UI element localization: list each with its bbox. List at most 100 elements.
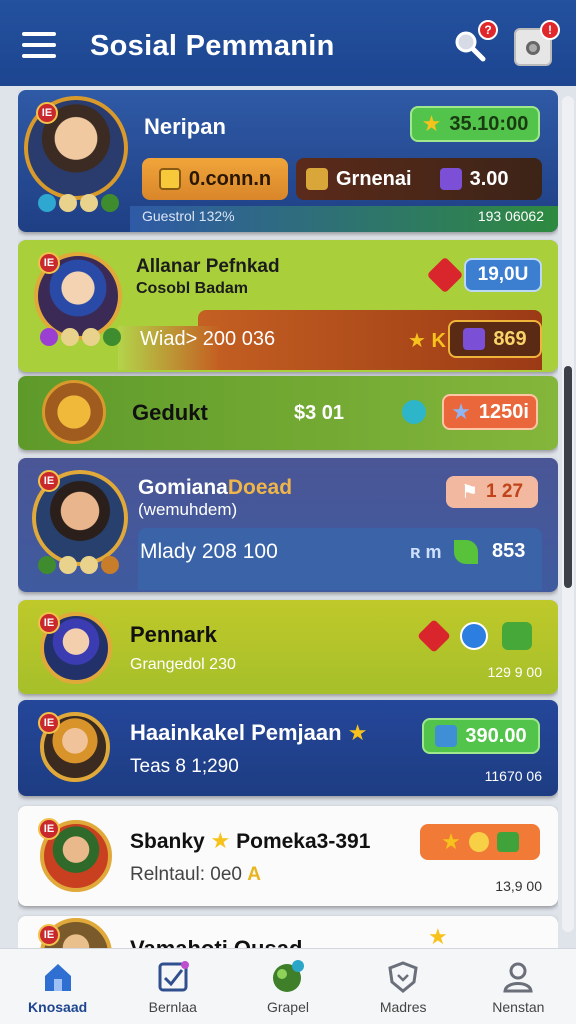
player-name: Vamahoti Ousad <box>130 936 302 948</box>
rank-badge: IE <box>38 712 60 734</box>
player-card[interactable]: Gedukt $3 01 ★ 1250i <box>18 376 558 450</box>
nav-world[interactable]: Grapel <box>230 949 345 1024</box>
resource-pill[interactable]: Grnenai 3.00 <box>296 158 542 200</box>
resource-label: Grnenai <box>336 167 412 190</box>
resource-value: 3.00 <box>469 167 509 190</box>
bar-label: Wiad> 200 036 <box>140 328 276 350</box>
skill-icons <box>40 328 121 346</box>
nav-label: Knosaad <box>28 999 88 1015</box>
player-subtitle: (wemuhdem) <box>138 500 238 519</box>
player-subtitle-text: Relntaul: 0e0 <box>130 864 242 885</box>
skill-icon <box>82 328 100 346</box>
player-name: Sbanky ★ Pomeka3-391 <box>130 828 370 854</box>
nav-profile[interactable]: Nenstan <box>461 949 576 1024</box>
star-icon: ★ <box>441 829 461 854</box>
player-list[interactable]: IE Neripan ★ 35.10:00 0.conn.n Grnenai 3… <box>18 90 558 948</box>
bar-icons: ★ K <box>408 330 446 352</box>
player-card[interactable]: IE Neripan ★ 35.10:00 0.conn.n Grnenai 3… <box>18 90 558 232</box>
player-name-part1: Gomiana <box>138 476 228 499</box>
notification-badge: ! <box>540 20 560 40</box>
menu-button[interactable] <box>22 32 56 58</box>
bar-value: 853 <box>492 540 526 562</box>
player-value: $3 01 <box>294 402 345 424</box>
player-name-part2: Doead <box>227 476 293 499</box>
skill-icon <box>101 194 119 212</box>
player-subtitle: Teas 8 1;290 <box>130 756 239 777</box>
player-name: Haainkakel Pemjaan ★ <box>130 720 367 746</box>
nav-shield[interactable]: Madres <box>346 949 461 1024</box>
globe-icon <box>270 959 306 995</box>
player-name-text: Haainkakel Pemjaan <box>130 720 342 745</box>
nav-home[interactable]: Knosaad <box>0 949 115 1024</box>
rank-badge: IE <box>38 924 60 946</box>
player-name: GomianaDoead <box>138 476 292 500</box>
score-value: 390.00 <box>465 724 527 747</box>
search-badge: ? <box>478 20 498 40</box>
menu-bar <box>22 43 56 47</box>
home-icon <box>40 959 76 995</box>
flag-icon: ⚑ <box>460 481 479 503</box>
player-card[interactable]: IE Haainkakel Pemjaan ★ Teas 8 1;290 390… <box>18 700 558 796</box>
player-card[interactable]: IE GomianaDoead (wemuhdem) ⚑ 1 27 Mlady … <box>18 458 558 592</box>
currency-pill[interactable]: ★ 1250i <box>442 394 538 430</box>
star-icon: ★ <box>428 924 448 948</box>
nav-label: Grapel <box>266 999 309 1015</box>
card-footer-right: 11670 06 <box>484 768 542 784</box>
cube-icon <box>306 168 328 190</box>
score-value: 35.10:00 <box>449 112 529 135</box>
coin-value: 0.conn.n <box>188 167 272 190</box>
skill-icon <box>38 194 56 212</box>
player-card[interactable]: IE Allanar Pefnkad Cosobl Badam 19,0U Wi… <box>18 240 558 372</box>
level-pill[interactable]: ⚑ 1 27 <box>446 476 538 508</box>
player-name: Allanar Pefnkad <box>136 256 280 277</box>
scrollbar-thumb[interactable] <box>564 366 572 588</box>
rank-badge: IE <box>36 102 58 124</box>
coin-icon <box>468 832 489 852</box>
star-icon: ★ <box>210 828 231 853</box>
score-pill[interactable]: ★ 35.10:00 <box>410 106 540 142</box>
skill-icon <box>101 556 119 574</box>
menu-bar <box>22 32 56 36</box>
search-button[interactable]: ? <box>452 20 498 68</box>
app-title: Sosial Pemmanin <box>90 30 335 62</box>
nav-tasks[interactable]: Bernlaa <box>115 949 230 1024</box>
skill-icon <box>38 556 56 574</box>
app-header: Sosial Pemmanin ? ! <box>0 0 576 86</box>
star-icon: ★ <box>451 399 471 424</box>
skill-icon <box>103 328 121 346</box>
coin-pill[interactable]: 0.conn.n <box>142 158 288 200</box>
leaf-icon <box>502 622 532 650</box>
rewards-pill[interactable]: ★ <box>420 824 540 860</box>
player-card[interactable]: IE Sbanky ★ Pomeka3-391 Relntaul: 0e0 A … <box>18 806 558 906</box>
player-name: Gedukt <box>132 400 208 425</box>
player-name: Pennark <box>130 622 217 647</box>
ruby-icon <box>417 619 451 653</box>
nav-label: Bernlaa <box>148 999 197 1015</box>
player-name: Neripan <box>144 114 226 139</box>
leaf-icon <box>454 540 478 564</box>
card-footer-right: 193 06062 <box>477 208 544 224</box>
level-pill[interactable]: 19,0U <box>464 258 542 292</box>
player-subtitle: Grangedol 230 <box>130 656 236 673</box>
rank-badge: IE <box>38 470 60 492</box>
notifications-button[interactable]: ! <box>514 20 560 68</box>
scrollbar[interactable] <box>562 96 574 932</box>
card-footer-right: 129 9 00 <box>487 664 543 680</box>
score-pill[interactable]: 390.00 <box>422 718 540 754</box>
star-icon: ★ <box>347 720 368 745</box>
potion-icon <box>402 400 426 424</box>
level-value: 1 27 <box>486 481 524 502</box>
player-card[interactable]: IE Vamahoti Ousad ★ <box>18 916 558 948</box>
resource-value: 869 <box>493 327 527 350</box>
card-footer-left: Guestrol 132% <box>142 208 235 224</box>
skill-icon <box>80 194 98 212</box>
rank-badge: IE <box>38 818 60 840</box>
player-card[interactable]: IE Pennark Grangedol 230 129 9 00 <box>18 600 558 694</box>
sapphire-icon <box>460 622 488 650</box>
coin-icon <box>158 168 181 190</box>
resource-pill[interactable]: 869 <box>448 320 542 358</box>
currency-value: 1250i <box>478 400 529 423</box>
menu-bar <box>22 54 56 58</box>
leaf-icon <box>496 832 519 852</box>
bar-icons: ʀ m <box>410 542 442 562</box>
